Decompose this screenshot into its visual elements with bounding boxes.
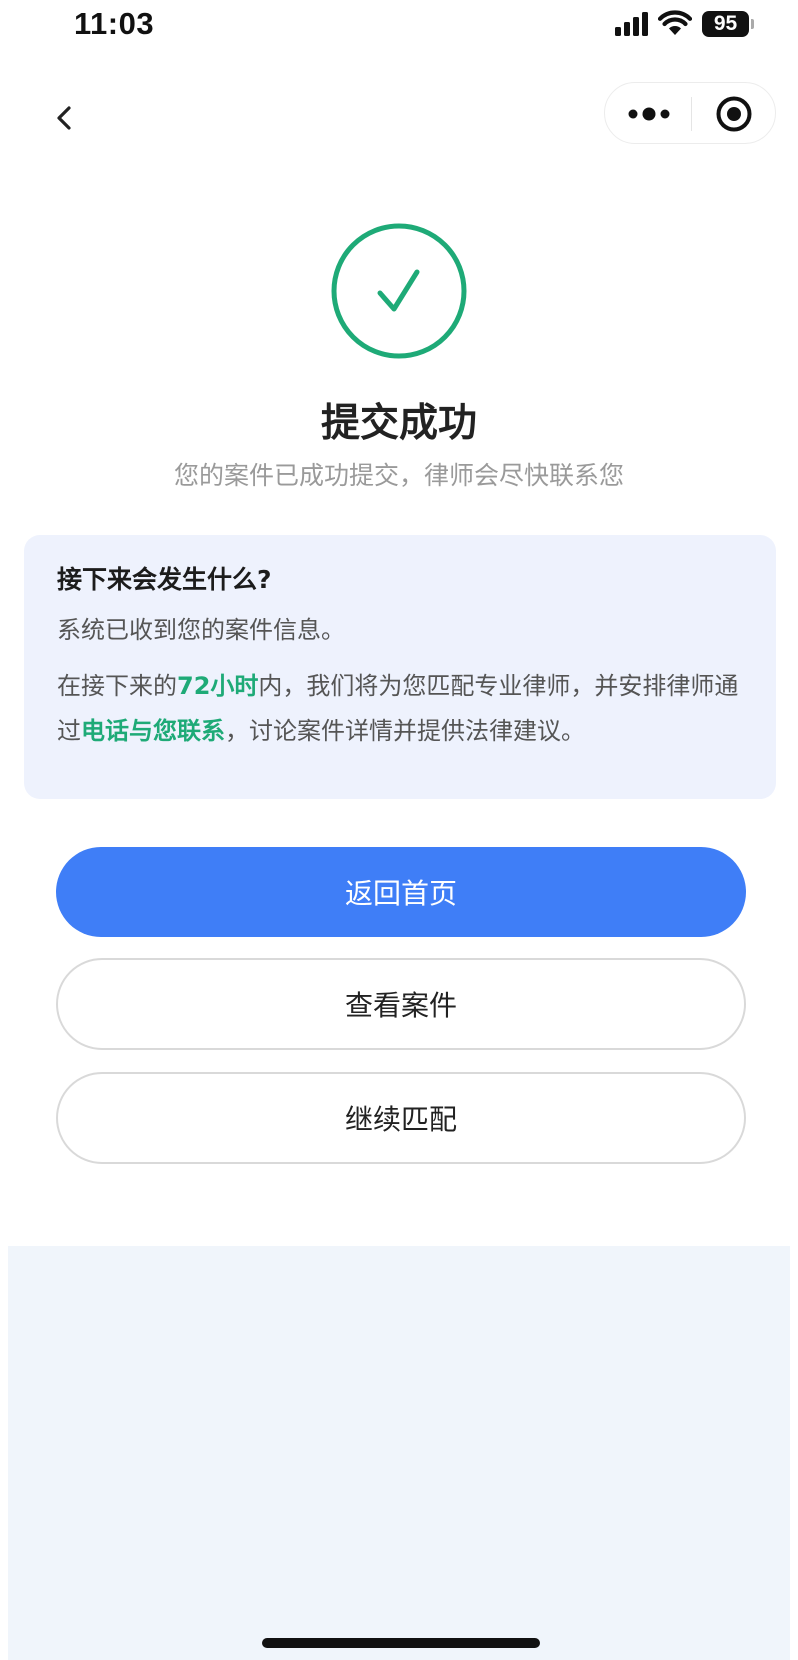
next-steps-card: 接下来会发生什么? 系统已收到您的案件信息。 在接下来的72小时内，我们将为您匹… (24, 535, 776, 799)
battery-level: 95 (713, 12, 738, 35)
wifi-icon (658, 10, 692, 35)
status-time: 11:03 (74, 6, 155, 41)
battery-icon: 95 (702, 11, 749, 37)
view-case-button[interactable]: 查看案件 (56, 958, 746, 1050)
target-circle-icon[interactable] (715, 95, 753, 133)
chevron-left-icon[interactable] (50, 98, 80, 138)
continue-matching-button[interactable]: 继续匹配 (56, 1072, 746, 1164)
card-paragraph: 在接下来的72小时内，我们将为您匹配专业律师，并安排律师通过电话与您联系，讨论案… (57, 664, 744, 754)
mini-program-capsule (604, 82, 776, 144)
page-subtitle: 您的案件已成功提交，律师会尽快联系您 (173, 461, 624, 490)
highlight-72-hours: 72小时 (177, 672, 259, 700)
card-line-received: 系统已收到您的案件信息。 (57, 616, 345, 644)
para-text-1: 在接下来的 (57, 672, 177, 700)
return-home-button[interactable]: 返回首页 (56, 847, 746, 937)
page-title: 提交成功 (320, 401, 477, 446)
para-text-3: ，讨论案件详情并提供法律建议。 (225, 717, 585, 745)
card-heading: 接下来会发生什么? (57, 565, 272, 594)
signal-icon (615, 12, 648, 36)
check-circle-icon (331, 223, 467, 359)
home-indicator[interactable] (262, 1638, 540, 1648)
capsule-divider (691, 97, 692, 131)
battery-tip (751, 19, 754, 29)
status-bar: 11:03 95 (0, 0, 798, 56)
more-dots-icon[interactable] (627, 101, 671, 127)
bottom-background-area (8, 1246, 790, 1660)
highlight-phone-contact: 电话与您联系 (81, 717, 225, 745)
